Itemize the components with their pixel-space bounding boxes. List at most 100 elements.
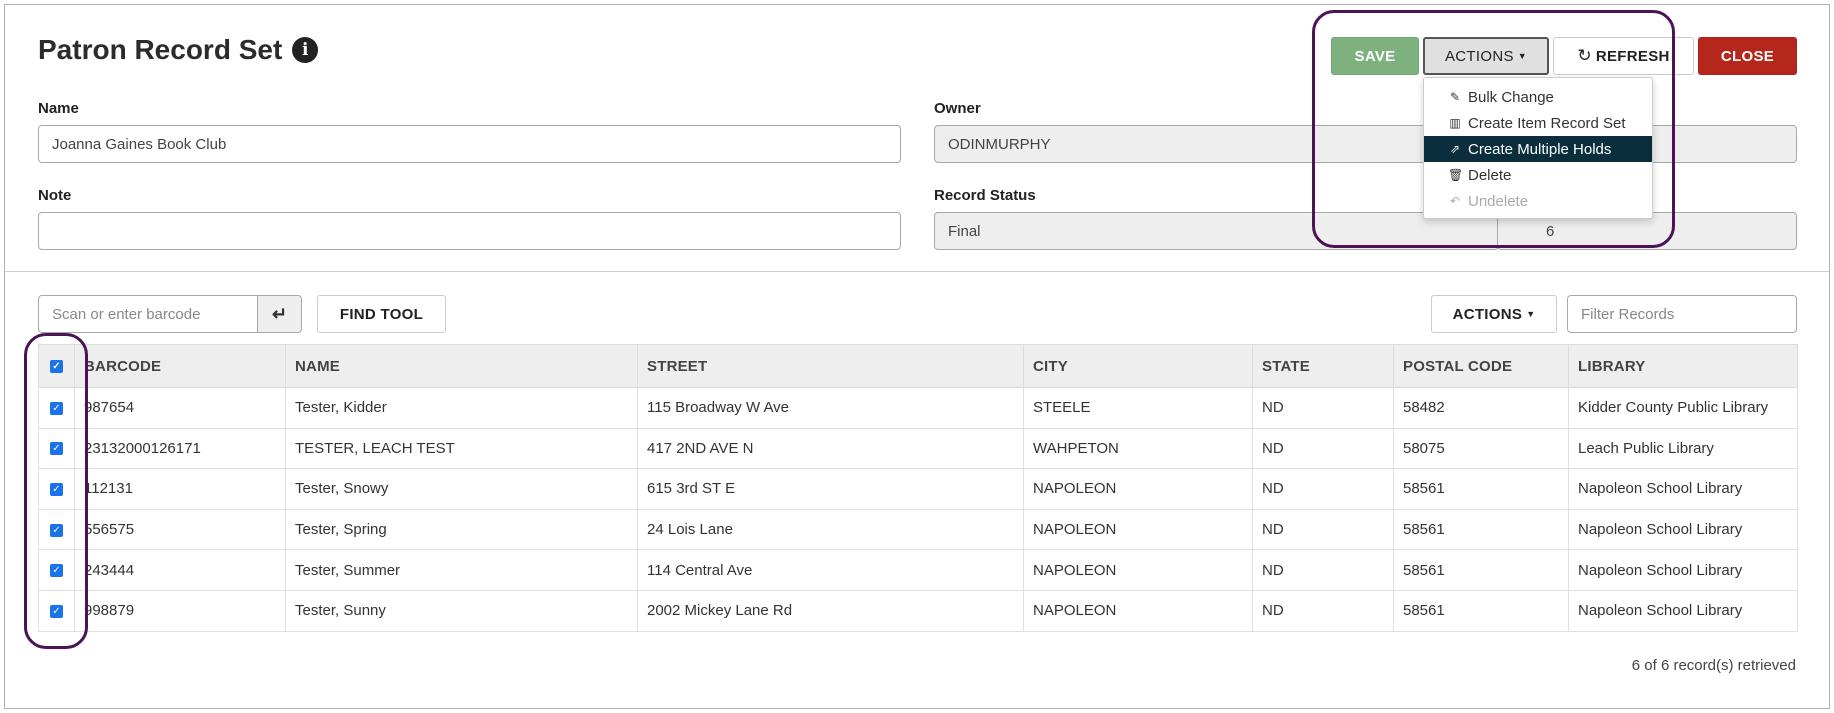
enter-icon: ↵ (271, 303, 288, 324)
table-actions-button[interactable]: ACTIONS ▼ (1431, 295, 1557, 333)
cell-postal-code: 58075 (1393, 427, 1569, 470)
filter-records-input[interactable]: Filter Records (1567, 295, 1797, 333)
menu-item-label: Delete (1468, 166, 1512, 184)
barcode-input[interactable]: Scan or enter barcode (38, 295, 258, 333)
share-icon: ⇗ (1449, 142, 1461, 156)
cell-city: NAPOLEON (1023, 508, 1253, 551)
cell-barcode: 112131 (74, 468, 286, 510)
menu-item-create-multiple-holds[interactable]: ⇗ Create Multiple Holds (1424, 136, 1652, 162)
records-retrieved-count: 6 of 6 record(s) retrieved (1631, 657, 1796, 674)
column-header-postal-code[interactable]: POSTAL CODE (1393, 344, 1569, 388)
note-input[interactable] (38, 212, 901, 250)
name-input-value: Joanna Gaines Book Club (52, 135, 227, 153)
cell-city: NAPOLEON (1023, 549, 1253, 591)
row-checkbox[interactable]: ✓ (50, 564, 63, 578)
cell-city: STEELE (1023, 387, 1253, 429)
column-header-street[interactable]: STREET (637, 344, 1024, 388)
cell-name: Tester, Spring (285, 508, 638, 551)
row-checkbox[interactable]: ✓ (50, 442, 63, 456)
cell-state: ND (1252, 468, 1394, 510)
cell-city: NAPOLEON (1023, 589, 1253, 632)
record-status-field: Final (934, 212, 1499, 250)
cell-library: Napoleon School Library (1568, 508, 1798, 551)
menu-item-label: Create Item Record Set (1468, 114, 1626, 132)
cell-library: Napoleon School Library (1568, 549, 1798, 591)
cell-city: WAHPETON (1023, 427, 1253, 470)
refresh-button-label: REFRESH (1595, 47, 1670, 65)
column-header-state[interactable]: STATE (1252, 344, 1394, 388)
enter-button[interactable]: ↵ (258, 295, 302, 333)
row-checkbox-cell[interactable]: ✓ (38, 387, 75, 429)
row-checkbox-cell[interactable]: ✓ (38, 549, 75, 591)
actions-button-label: ACTIONS (1445, 47, 1514, 65)
cell-name: TESTER, LEACH TEST (285, 427, 638, 470)
trash-icon: 🗑 (1448, 168, 1464, 182)
close-button-label: CLOSE (1720, 47, 1775, 65)
menu-item-delete[interactable]: 🗑 Delete (1424, 162, 1652, 188)
cell-street: 417 2ND AVE N (637, 427, 1024, 470)
menu-item-bulk-change[interactable]: ✎ Bulk Change (1424, 84, 1652, 110)
actions-dropdown-button[interactable]: ACTIONS ▼ (1423, 37, 1549, 75)
cell-library: Napoleon School Library (1568, 468, 1798, 510)
column-header-city[interactable]: CITY (1023, 344, 1253, 388)
row-checkbox[interactable]: ✓ (50, 401, 63, 415)
cell-state: ND (1252, 508, 1394, 551)
owner-value: ODINMURPHY (948, 135, 1051, 153)
caret-down-icon: ▼ (1526, 309, 1536, 319)
table-row[interactable]: ✓ 987654 Tester, Kidder 115 Broadway W A… (38, 387, 1798, 429)
menu-item-create-item-record-set[interactable]: ▥ Create Item Record Set (1424, 110, 1652, 136)
cell-street: 114 Central Ave (637, 549, 1024, 591)
cell-street: 615 3rd ST E (637, 468, 1024, 510)
row-checkbox-cell[interactable]: ✓ (38, 468, 75, 510)
row-checkbox-cell[interactable]: ✓ (38, 508, 75, 551)
cell-name: Tester, Sunny (285, 589, 638, 632)
name-label: Name (38, 100, 79, 117)
cell-library: Kidder County Public Library (1568, 387, 1798, 429)
barcode-scan-group: Scan or enter barcode ↵ (38, 295, 302, 333)
column-header-name[interactable]: NAME (285, 344, 638, 388)
cell-city: NAPOLEON (1023, 468, 1253, 510)
close-button[interactable]: CLOSE (1698, 37, 1797, 75)
record-status-value: Final (948, 222, 981, 240)
pencil-icon: ✎ (1449, 90, 1461, 104)
cell-name: Tester, Snowy (285, 468, 638, 510)
cell-barcode: 243444 (74, 549, 286, 591)
record-status-label: Record Status (934, 187, 1036, 204)
table-row[interactable]: ✓ 23132000126171 TESTER, LEACH TEST 417 … (38, 427, 1798, 470)
cell-street: 2002 Mickey Lane Rd (637, 589, 1024, 632)
menu-item-label: Bulk Change (1468, 88, 1554, 106)
info-icon[interactable]: i (292, 37, 319, 63)
column-header-library[interactable]: LIBRARY (1568, 344, 1798, 388)
cell-library: Napoleon School Library (1568, 589, 1798, 632)
menu-item-undelete: ↶ Undelete (1424, 188, 1652, 214)
row-checkbox-cell[interactable]: ✓ (38, 427, 75, 470)
table-row[interactable]: ✓ 556575 Tester, Spring 24 Lois Lane NAP… (38, 508, 1798, 551)
menu-item-label: Create Multiple Holds (1468, 140, 1612, 158)
table-row[interactable]: ✓ 998879 Tester, Sunny 2002 Mickey Lane … (38, 589, 1798, 632)
record-count-value: 6 (1546, 222, 1555, 240)
cell-street: 24 Lois Lane (637, 508, 1024, 551)
cell-barcode: 998879 (74, 589, 286, 632)
cell-state: ND (1252, 427, 1394, 470)
column-header-barcode[interactable]: BARCODE (74, 344, 286, 388)
row-checkbox[interactable]: ✓ (50, 523, 63, 537)
table-row[interactable]: ✓ 243444 Tester, Summer 114 Central Ave … (38, 549, 1798, 591)
row-checkbox[interactable]: ✓ (50, 483, 63, 497)
cell-state: ND (1252, 387, 1394, 429)
select-all-checkbox[interactable]: ✓ (50, 360, 63, 374)
cell-state: ND (1252, 549, 1394, 591)
save-button-label: SAVE (1354, 47, 1396, 65)
cell-barcode: 23132000126171 (74, 427, 286, 470)
refresh-button[interactable]: ↻ REFRESH (1553, 37, 1694, 75)
name-input[interactable]: Joanna Gaines Book Club (38, 125, 901, 163)
table-row[interactable]: ✓ 112131 Tester, Snowy 615 3rd ST E NAPO… (38, 468, 1798, 510)
cell-name: Tester, Kidder (285, 387, 638, 429)
save-button[interactable]: SAVE (1331, 37, 1419, 75)
row-checkbox[interactable]: ✓ (50, 604, 63, 618)
page-title-text: Patron Record Set (38, 34, 283, 65)
select-all-checkbox-cell[interactable]: ✓ (38, 344, 75, 388)
filter-records-placeholder: Filter Records (1581, 305, 1675, 323)
row-checkbox-cell[interactable]: ✓ (38, 589, 75, 632)
find-tool-button[interactable]: FIND TOOL (317, 295, 446, 333)
undo-icon: ↶ (1449, 194, 1461, 208)
